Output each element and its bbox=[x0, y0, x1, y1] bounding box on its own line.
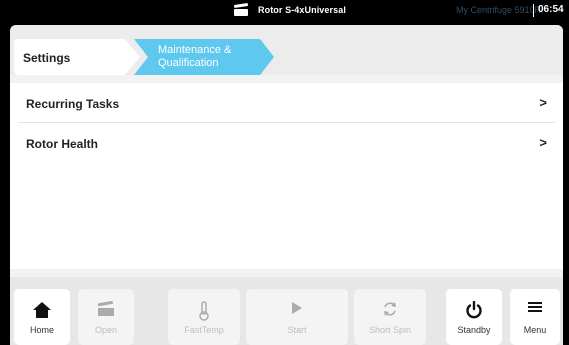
rotor-indicator: Rotor S-4xUniversal bbox=[233, 3, 346, 16]
short-spin-button[interactable]: Short Spin bbox=[354, 289, 426, 345]
settings-list: Recurring Tasks > Rotor Health > bbox=[10, 83, 563, 269]
start-button[interactable]: Start bbox=[246, 289, 348, 345]
list-item-rotor-health[interactable]: Rotor Health > bbox=[18, 123, 555, 163]
breadcrumb-maintenance-label: Maintenance & Qualification bbox=[158, 44, 232, 69]
status-bar: Rotor S-4xUniversal My Centrifuge 5910Ri… bbox=[0, 0, 569, 22]
breadcrumb: Settings Maintenance & Qualification bbox=[10, 25, 563, 75]
rotor-name: Rotor S-4xUniversal bbox=[258, 5, 346, 15]
power-icon bbox=[466, 301, 482, 319]
list-item-recurring-tasks[interactable]: Recurring Tasks > bbox=[18, 83, 555, 123]
clock: 06:54 bbox=[538, 4, 564, 15]
refresh-icon bbox=[384, 302, 396, 316]
bottom-nav: Home Open FastTemp Start Short Spin Stan… bbox=[10, 277, 563, 345]
chevron-right-icon: > bbox=[539, 135, 547, 150]
list-item-label: Rotor Health bbox=[26, 137, 98, 151]
breadcrumb-settings[interactable]: Settings bbox=[14, 39, 140, 75]
open-button[interactable]: Open bbox=[78, 289, 134, 345]
standby-label: Standby bbox=[457, 325, 491, 335]
rotor-lid-icon bbox=[233, 3, 249, 16]
hamburger-menu-icon bbox=[528, 302, 542, 312]
short-spin-label: Short Spin bbox=[368, 325, 412, 335]
standby-button[interactable]: Standby bbox=[446, 289, 502, 345]
screen: Rotor S-4xUniversal My Centrifuge 5910Ri… bbox=[0, 0, 569, 345]
start-label: Start bbox=[287, 325, 307, 335]
menu-button[interactable]: Menu bbox=[510, 289, 560, 345]
breadcrumb-settings-label: Settings bbox=[23, 51, 71, 65]
menu-label: Menu bbox=[523, 325, 547, 335]
thermometer-icon bbox=[199, 301, 209, 321]
fasttemp-label: FastTemp bbox=[184, 325, 224, 335]
status-separator bbox=[533, 4, 534, 17]
home-button[interactable]: Home bbox=[14, 289, 70, 345]
chevron-right-icon: > bbox=[539, 95, 547, 110]
lid-open-icon bbox=[97, 301, 114, 316]
list-item-label: Recurring Tasks bbox=[26, 97, 120, 111]
open-label: Open bbox=[94, 325, 118, 335]
play-icon bbox=[292, 302, 302, 314]
fasttemp-button[interactable]: FastTemp bbox=[168, 289, 240, 345]
main-panel: Settings Maintenance & Qualification Rec… bbox=[10, 25, 563, 345]
home-label: Home bbox=[29, 325, 54, 335]
device-name: My Centrifuge 5910Ri bbox=[456, 5, 544, 15]
breadcrumb-maintenance: Maintenance & Qualification bbox=[134, 39, 274, 75]
home-icon bbox=[33, 302, 51, 318]
